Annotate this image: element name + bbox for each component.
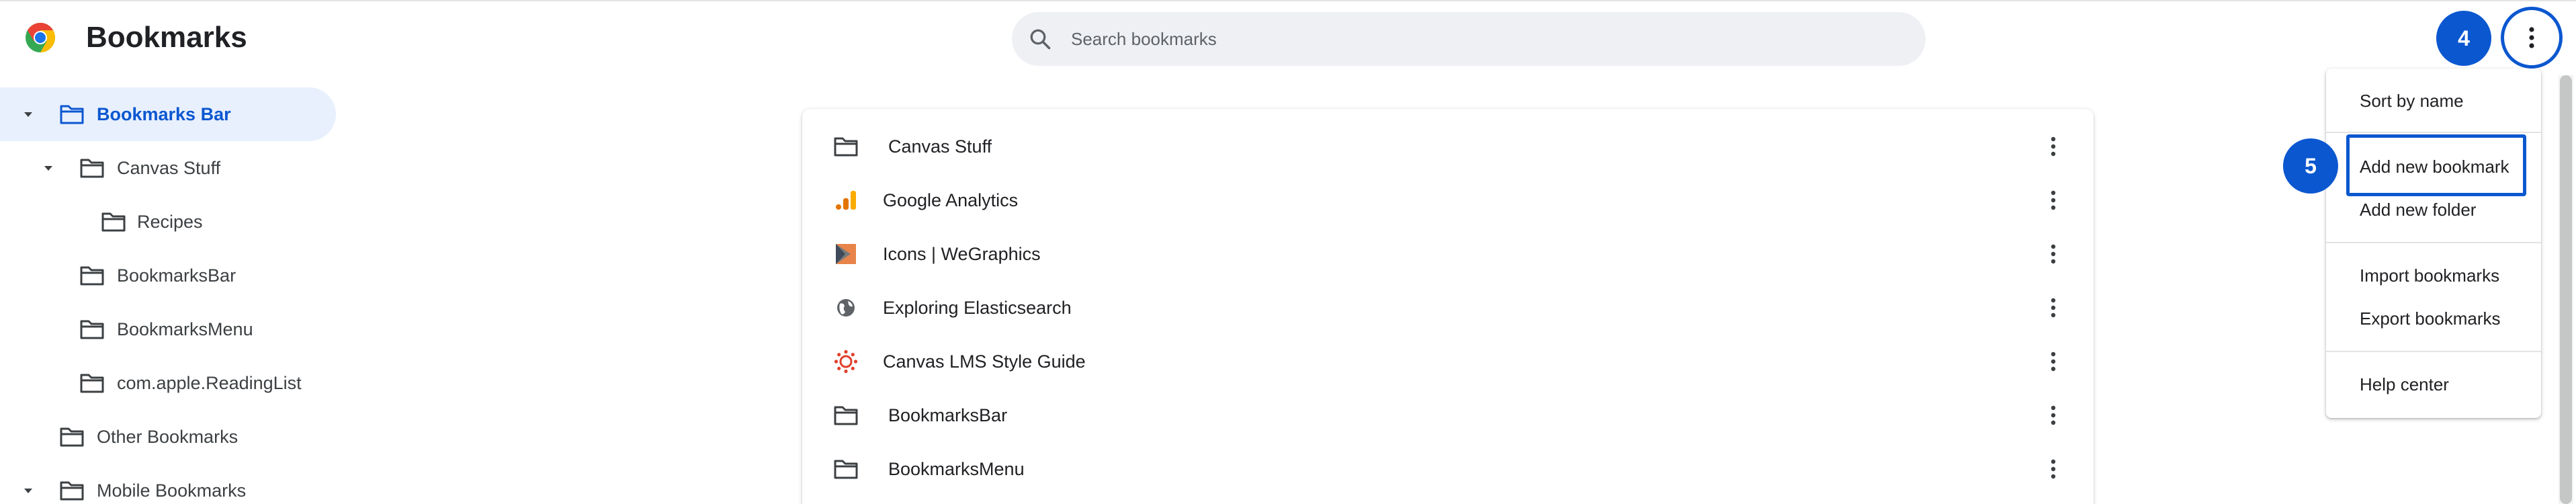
search-icon	[1030, 29, 1051, 50]
more-actions-button[interactable]	[2501, 7, 2563, 69]
sidebar-item-bookmarksbar[interactable]: BookmarksBar	[0, 249, 336, 302]
list-item-label: Icons | WeGraphics	[883, 244, 1041, 264]
chrome-logo-icon	[26, 23, 55, 52]
sidebar-item-label: BookmarksMenu	[117, 319, 253, 339]
menu-item-import-bookmarks[interactable]: Import bookmarks	[2326, 255, 2541, 296]
sidebar-item-canvas-stuff[interactable]: Canvas Stuff	[0, 141, 336, 195]
list-item[interactable]: Exploring Elasticsearch	[802, 281, 2094, 335]
folder-icon	[80, 266, 104, 286]
expand-arrow-icon[interactable]	[40, 160, 56, 176]
sidebar-item-label: Canvas Stuff	[117, 158, 221, 178]
folder-icon	[60, 105, 84, 124]
sidebar-item-bookmarks-bar[interactable]: Bookmarks Bar	[0, 87, 336, 141]
highlight-add-new-bookmark	[2346, 134, 2526, 196]
sidebar-item-label: BookmarksBar	[117, 265, 237, 286]
list-item[interactable]: BookmarksBar	[802, 388, 2094, 442]
sidebar-item-mobile-bookmarks[interactable]: Mobile Bookmarks	[0, 464, 336, 504]
menu-item-sort-by-name[interactable]: Sort by name	[2326, 81, 2541, 121]
more-actions-menu: Sort by name Add new bookmark Add new fo…	[2326, 69, 2541, 418]
page-title: Bookmarks	[86, 21, 247, 54]
sidebar-item-label: Other Bookmarks	[97, 427, 239, 447]
step-badge-5: 5	[2283, 138, 2338, 194]
sidebar-item-label: Bookmarks Bar	[97, 104, 231, 124]
sidebar-item-label: Mobile Bookmarks	[97, 480, 247, 501]
folder-icon	[60, 481, 84, 501]
menu-divider	[2326, 351, 2541, 352]
menu-item-export-bookmarks[interactable]: Export bookmarks	[2326, 298, 2541, 339]
menu-item-help-center[interactable]: Help center	[2326, 364, 2541, 405]
menu-divider	[2326, 132, 2541, 133]
sidebar-item-bookmarksmenu[interactable]: BookmarksMenu	[0, 302, 336, 356]
list-item-label: Canvas LMS Style Guide	[883, 351, 1086, 372]
more-vert-icon[interactable]	[2038, 132, 2068, 161]
wegraphics-favicon	[836, 244, 856, 264]
menu-divider	[2326, 242, 2541, 243]
expand-arrow-icon[interactable]	[20, 482, 36, 499]
expand-arrow-icon[interactable]	[20, 106, 36, 122]
folder-icon	[834, 137, 858, 157]
sidebar-item-recipes[interactable]: Recipes	[0, 195, 336, 249]
more-vert-icon[interactable]	[2038, 293, 2068, 323]
folder-icon	[834, 460, 858, 479]
list-item-label: Canvas Stuff	[888, 136, 992, 157]
more-vert-icon[interactable]	[2038, 401, 2068, 430]
scrollbar-thumb[interactable]	[2560, 75, 2572, 504]
more-vert-icon[interactable]	[2038, 239, 2068, 269]
list-item[interactable]: Google Analytics	[802, 173, 2094, 227]
google-analytics-favicon	[836, 191, 856, 210]
globe-icon	[837, 299, 855, 317]
sidebar-item-other-bookmarks[interactable]: Other Bookmarks	[0, 410, 336, 464]
folder-icon	[80, 374, 104, 393]
folder-icon	[80, 159, 104, 178]
bookmark-list: Canvas Stuff Google Analytics Icons | We…	[802, 109, 2094, 504]
list-item-label: Google Analytics	[883, 190, 1019, 210]
list-item-label: BookmarksMenu	[888, 459, 1025, 479]
more-vert-icon[interactable]	[2038, 347, 2068, 376]
more-vert-icon[interactable]	[2038, 454, 2068, 484]
list-item-label: BookmarksBar	[888, 405, 1008, 425]
window-top-border	[0, 0, 2576, 1]
sidebar-item-label: com.apple.ReadingList	[117, 373, 302, 393]
list-item-label: Exploring Elasticsearch	[883, 298, 1072, 318]
folder-icon	[80, 320, 104, 339]
list-item[interactable]: Icons | WeGraphics	[802, 227, 2094, 281]
folder-icon	[101, 212, 126, 232]
search-bar[interactable]	[1012, 12, 1926, 66]
search-input[interactable]	[1071, 12, 1904, 66]
list-item[interactable]: BookmarksMenu	[802, 442, 2094, 496]
more-vert-icon[interactable]	[2038, 185, 2068, 215]
canvas-favicon	[834, 349, 858, 374]
sidebar-item-reading-list[interactable]: com.apple.ReadingList	[0, 356, 336, 410]
folder-icon	[60, 427, 84, 447]
more-vert-icon	[2529, 27, 2534, 48]
sidebar-item-label: Recipes	[137, 212, 203, 232]
list-item[interactable]: Canvas Stuff	[802, 120, 2094, 173]
list-item[interactable]: Canvas LMS Style Guide	[802, 335, 2094, 388]
folder-icon	[834, 406, 858, 425]
step-badge-4: 4	[2436, 11, 2491, 66]
